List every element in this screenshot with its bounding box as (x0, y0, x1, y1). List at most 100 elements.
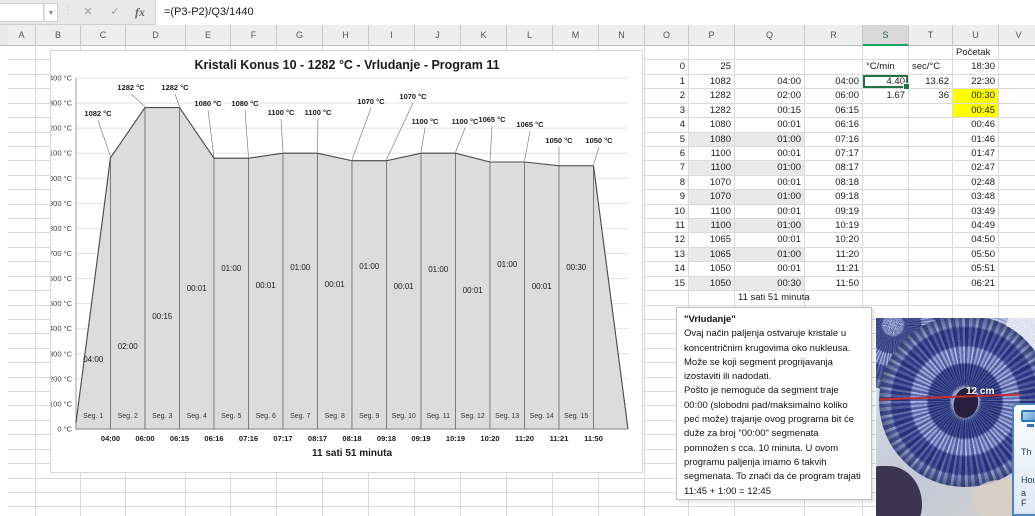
sheet-cell-T4[interactable] (909, 103, 953, 119)
sheet-cell-A5[interactable] (8, 118, 36, 133)
sheet-cell-T6[interactable] (909, 132, 953, 147)
column-header-S[interactable]: S (863, 25, 909, 46)
sheet-cell-T3[interactable]: 36 (909, 89, 953, 104)
column-header-H[interactable]: H (323, 25, 369, 46)
sheet-cell-A16[interactable] (8, 276, 36, 292)
column-header-U[interactable]: U (953, 25, 999, 46)
sheet-cell-T0[interactable] (909, 46, 953, 61)
column-header-G[interactable]: G (277, 25, 323, 46)
sheet-cell-P0[interactable] (689, 46, 735, 61)
sheet-cell-P1[interactable]: 25 (689, 60, 735, 75)
sheet-cell-T13[interactable] (909, 233, 953, 248)
sheet-cell-V9[interactable] (999, 175, 1035, 191)
sheet-cell-B30[interactable] (36, 478, 81, 493)
sheet-cell-V15[interactable] (999, 262, 1035, 277)
sheet-cell-A29[interactable] (8, 464, 36, 479)
sheet-cell-S0[interactable] (863, 46, 909, 61)
sheet-cell-Q14[interactable]: 01:00 (735, 247, 805, 263)
name-box[interactable] (0, 3, 44, 22)
sheet-cell-R17[interactable] (805, 291, 863, 306)
sheet-cell-V4[interactable] (999, 103, 1035, 119)
sheet-cell-A30[interactable] (8, 478, 36, 493)
sheet-cell-P15[interactable]: 1050 (689, 262, 735, 277)
sheet-cell-N32[interactable] (599, 507, 645, 516)
sheet-cell-C31[interactable] (81, 493, 126, 508)
sheet-cell-U7[interactable]: 01:47 (953, 146, 999, 162)
sheet-cell-V3[interactable] (999, 89, 1035, 104)
sheet-cell-U5[interactable]: 00:46 (953, 118, 999, 133)
sheet-cell-P32[interactable] (689, 507, 735, 516)
sheet-cell-R2[interactable]: 04:00 (805, 74, 863, 90)
sheet-cell-S9[interactable] (863, 175, 909, 191)
sheet-cell-R8[interactable]: 08:17 (805, 161, 863, 176)
sheet-cell-G31[interactable] (277, 493, 323, 508)
sheet-cell-F32[interactable] (231, 507, 277, 516)
sheet-cell-C32[interactable] (81, 507, 126, 516)
sheet-cell-A26[interactable] (8, 420, 36, 436)
sheet-cell-P13[interactable]: 1065 (689, 233, 735, 248)
formula-input[interactable]: =(P3-P2)/Q3/1440 (155, 0, 1035, 25)
sheet-cell-N30[interactable] (599, 478, 645, 493)
sheet-cell-U15[interactable]: 05:51 (953, 262, 999, 277)
sheet-cell-R16[interactable]: 11:50 (805, 276, 863, 292)
sheet-cell-S17[interactable] (863, 291, 909, 306)
sheet-cell-U8[interactable]: 02:47 (953, 161, 999, 176)
insert-function-icon[interactable]: fx (128, 0, 152, 25)
sheet-cell-T16[interactable] (909, 276, 953, 292)
sheet-cell-P6[interactable]: 1080 (689, 132, 735, 147)
sheet-cell-U9[interactable]: 02:48 (953, 175, 999, 191)
column-header-E[interactable]: E (186, 25, 231, 46)
sheet-cell-O5[interactable]: 4 (645, 118, 689, 133)
column-header-C[interactable]: C (81, 25, 126, 46)
sheet-cell-T15[interactable] (909, 262, 953, 277)
column-header-K[interactable]: K (461, 25, 507, 46)
sheet-cell-O11[interactable]: 10 (645, 204, 689, 220)
sheet-cell-R0[interactable] (805, 46, 863, 61)
sheet-cell-U10[interactable]: 03:48 (953, 190, 999, 205)
sheet-cell-O12[interactable]: 11 (645, 219, 689, 234)
column-header-O[interactable]: O (645, 25, 689, 46)
sheet-cell-S4[interactable] (863, 103, 909, 119)
sheet-cell-I30[interactable] (369, 478, 415, 493)
sheet-cell-P2[interactable]: 1082 (689, 74, 735, 90)
sheet-cell-O2[interactable]: 1 (645, 74, 689, 90)
column-header-Q[interactable]: Q (735, 25, 805, 46)
sheet-cell-A8[interactable] (8, 161, 36, 176)
sheet-cell-T17[interactable] (909, 291, 953, 306)
sheet-cell-O7[interactable]: 6 (645, 146, 689, 162)
sheet-cell-S11[interactable] (863, 204, 909, 220)
sheet-cell-L30[interactable] (507, 478, 553, 493)
sheet-cell-R9[interactable]: 08:18 (805, 175, 863, 191)
sheet-cell-A0[interactable] (8, 46, 36, 61)
sheet-cell-A12[interactable] (8, 219, 36, 234)
sheet-cell-A28[interactable] (8, 449, 36, 465)
sheet-cell-P5[interactable]: 1080 (689, 118, 735, 133)
sheet-cell-Q6[interactable]: 01:00 (735, 132, 805, 147)
sheet-cell-P8[interactable]: 1100 (689, 161, 735, 176)
sheet-cell-U17[interactable] (953, 291, 999, 306)
sheet-cell-P14[interactable]: 1065 (689, 247, 735, 263)
sheet-cell-A11[interactable] (8, 204, 36, 220)
sheet-cell-Q0[interactable] (735, 46, 805, 61)
sheet-cell-A4[interactable] (8, 103, 36, 119)
sheet-cell-R6[interactable]: 07:16 (805, 132, 863, 147)
sheet-cell-G30[interactable] (277, 478, 323, 493)
sheet-cell-Q13[interactable]: 00:01 (735, 233, 805, 248)
sheet-cell-D30[interactable] (126, 478, 186, 493)
sheet-cell-S7[interactable] (863, 146, 909, 162)
sheet-cell-V10[interactable] (999, 190, 1035, 205)
sheet-cell-N31[interactable] (599, 493, 645, 508)
sheet-cell-R12[interactable]: 10:19 (805, 219, 863, 234)
sheet-cell-S10[interactable] (863, 190, 909, 205)
column-header-N[interactable]: N (599, 25, 645, 46)
sheet-cell-A3[interactable] (8, 89, 36, 104)
sheet-cell-O13[interactable]: 12 (645, 233, 689, 248)
column-header-L[interactable]: L (507, 25, 553, 46)
sheet-cell-V12[interactable] (999, 219, 1035, 234)
sheet-cell-V1[interactable] (999, 60, 1035, 75)
column-header-M[interactable]: M (553, 25, 599, 46)
sheet-cell-T2[interactable]: 13.62 (909, 74, 953, 90)
sheet-cell-F30[interactable] (231, 478, 277, 493)
sheet-cell-V6[interactable] (999, 132, 1035, 147)
cancel-icon[interactable]: ✕ (76, 0, 100, 25)
